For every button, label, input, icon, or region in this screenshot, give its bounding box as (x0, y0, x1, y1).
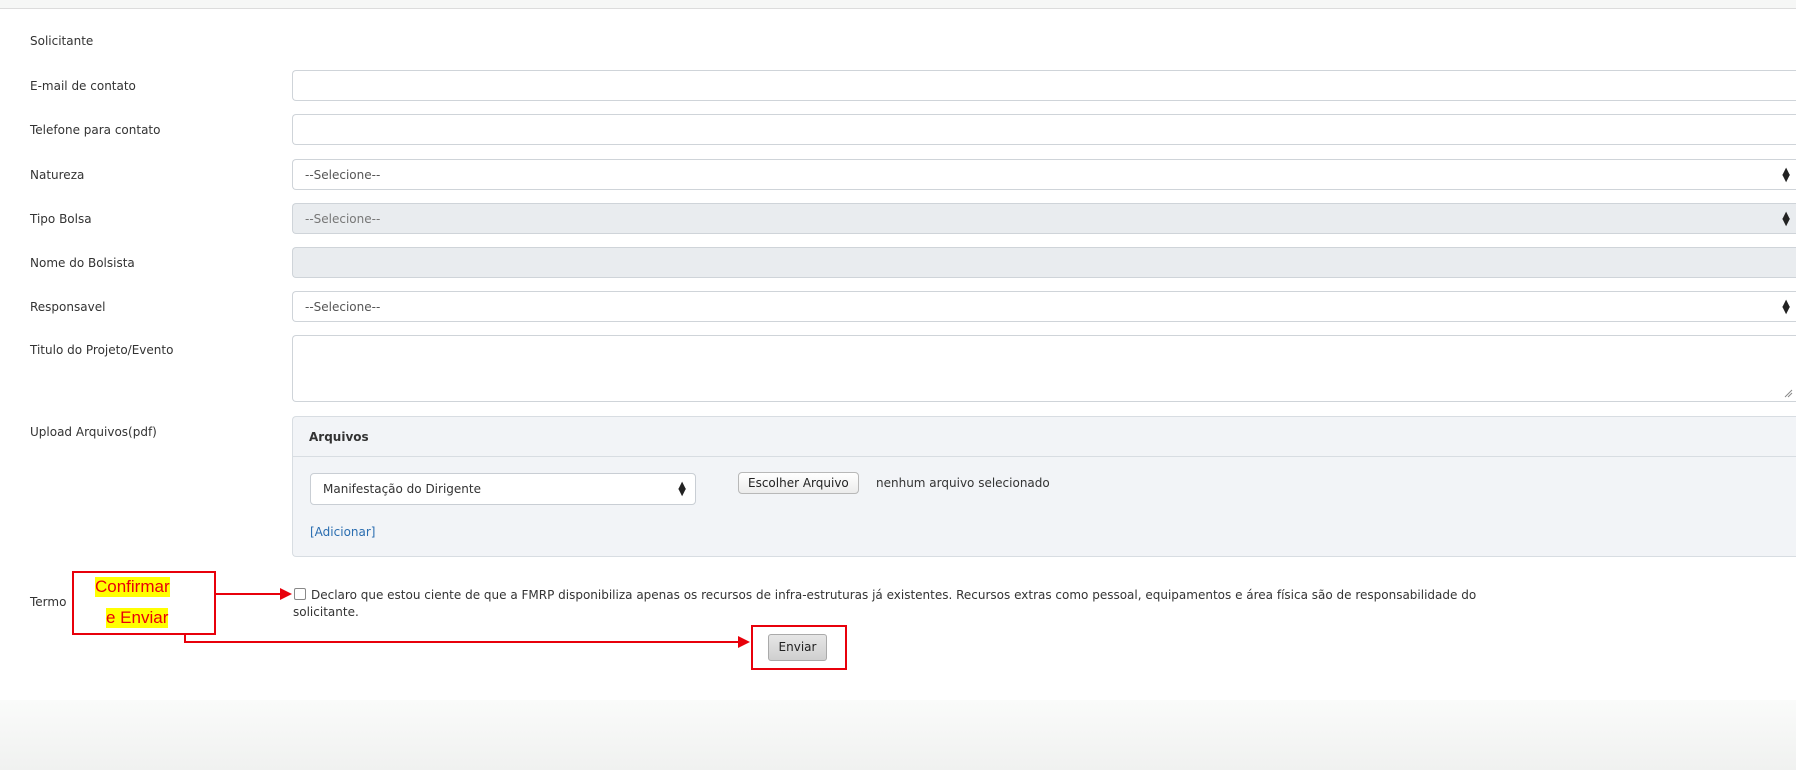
arrow-head-icon (738, 636, 750, 648)
annotation-arrows (184, 588, 750, 648)
arrow-head-icon (280, 588, 292, 600)
